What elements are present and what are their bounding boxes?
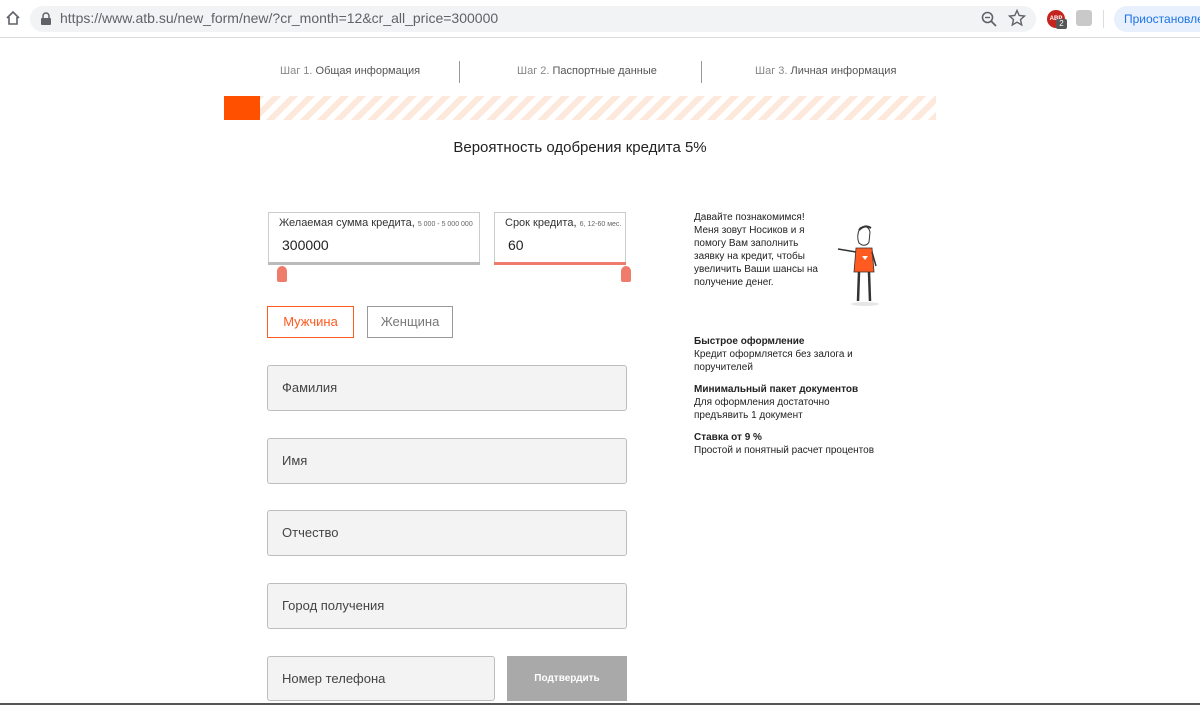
city-input[interactable]: Город получения bbox=[267, 583, 627, 629]
benefit-title: Ставка от 9 % bbox=[694, 432, 762, 443]
name-input[interactable]: Имя bbox=[267, 438, 627, 484]
benefit-documents: Минимальный пакет документов Для оформле… bbox=[694, 383, 894, 422]
home-icon[interactable] bbox=[4, 9, 22, 27]
zoom-icon[interactable] bbox=[980, 10, 998, 28]
confirm-button[interactable]: Подтвердить bbox=[507, 656, 627, 701]
benefit-text: Для оформления достаточно предъявить 1 д… bbox=[694, 397, 830, 421]
benefit-title: Минимальный пакет документов bbox=[694, 384, 859, 395]
credit-term-label: Срок кредита, 6, 12-60 мес. bbox=[505, 217, 622, 229]
step-2: Шаг 2. Паспортные данные bbox=[517, 65, 657, 77]
step-divider bbox=[701, 61, 702, 83]
benefit-text: Кредит оформляется без залога и поручите… bbox=[694, 349, 853, 373]
lock-icon bbox=[41, 12, 51, 25]
sync-paused-button[interactable]: Приостановлено bbox=[1114, 6, 1200, 32]
approval-probability: Вероятность одобрения кредита 5% bbox=[453, 139, 707, 156]
credit-amount-value[interactable]: 300000 bbox=[282, 237, 329, 253]
approval-progress-bar bbox=[224, 96, 936, 120]
rss-extension-icon[interactable] bbox=[1076, 10, 1092, 26]
phone-input[interactable]: Номер телефона bbox=[267, 656, 495, 701]
address-bar[interactable]: https://www.atb.su/new_form/new/?cr_mont… bbox=[30, 6, 1036, 32]
surname-input[interactable]: Фамилия bbox=[267, 365, 627, 411]
gender-male-button[interactable]: Мужчина bbox=[267, 306, 354, 338]
mascot-intro-text: Давайте познакомимся! Меня зовут Носиков… bbox=[694, 212, 818, 288]
benefit-rate: Ставка от 9 % Простой и понятный расчет … bbox=[694, 431, 894, 457]
credit-term-slider-handle[interactable] bbox=[621, 266, 631, 282]
credit-amount-slider-handle[interactable] bbox=[277, 266, 287, 282]
credit-amount-label: Желаемая сумма кредита, 5 000 - 5 000 00… bbox=[279, 217, 473, 229]
form-steps: Шаг 1. Общая информация Шаг 2. Паспортны… bbox=[224, 61, 936, 83]
step-divider bbox=[459, 61, 460, 83]
mascot-illustration bbox=[837, 225, 879, 306]
approval-progress-fill bbox=[224, 96, 260, 120]
benefit-text: Простой и понятный расчет процентов bbox=[694, 445, 875, 456]
credit-amount-slider-track[interactable] bbox=[268, 262, 480, 265]
benefit-fast: Быстрое оформление Кредит оформляется бе… bbox=[694, 335, 894, 374]
gender-female-button[interactable]: Женщина bbox=[367, 306, 453, 338]
step-3: Шаг 3. Личная информация bbox=[755, 65, 897, 77]
credit-amount-field[interactable]: Желаемая сумма кредита, 5 000 - 5 000 00… bbox=[268, 212, 480, 264]
toolbar-divider bbox=[1103, 10, 1104, 28]
credit-term-value[interactable]: 60 bbox=[508, 237, 524, 253]
step-1: Шаг 1. Общая информация bbox=[280, 65, 421, 77]
bookmark-star-icon[interactable] bbox=[1008, 9, 1026, 27]
browser-toolbar: https://www.atb.su/new_form/new/?cr_mont… bbox=[0, 0, 1200, 38]
credit-term-field[interactable]: Срок кредита, 6, 12-60 мес. 60 bbox=[494, 212, 626, 264]
patronymic-input[interactable]: Отчество bbox=[267, 510, 627, 556]
benefit-title: Быстрое оформление bbox=[694, 336, 805, 347]
credit-term-slider-track[interactable] bbox=[494, 262, 626, 265]
url-text[interactable]: https://www.atb.su/new_form/new/?cr_mont… bbox=[60, 10, 498, 26]
adblock-count-badge: 2 bbox=[1056, 19, 1067, 29]
